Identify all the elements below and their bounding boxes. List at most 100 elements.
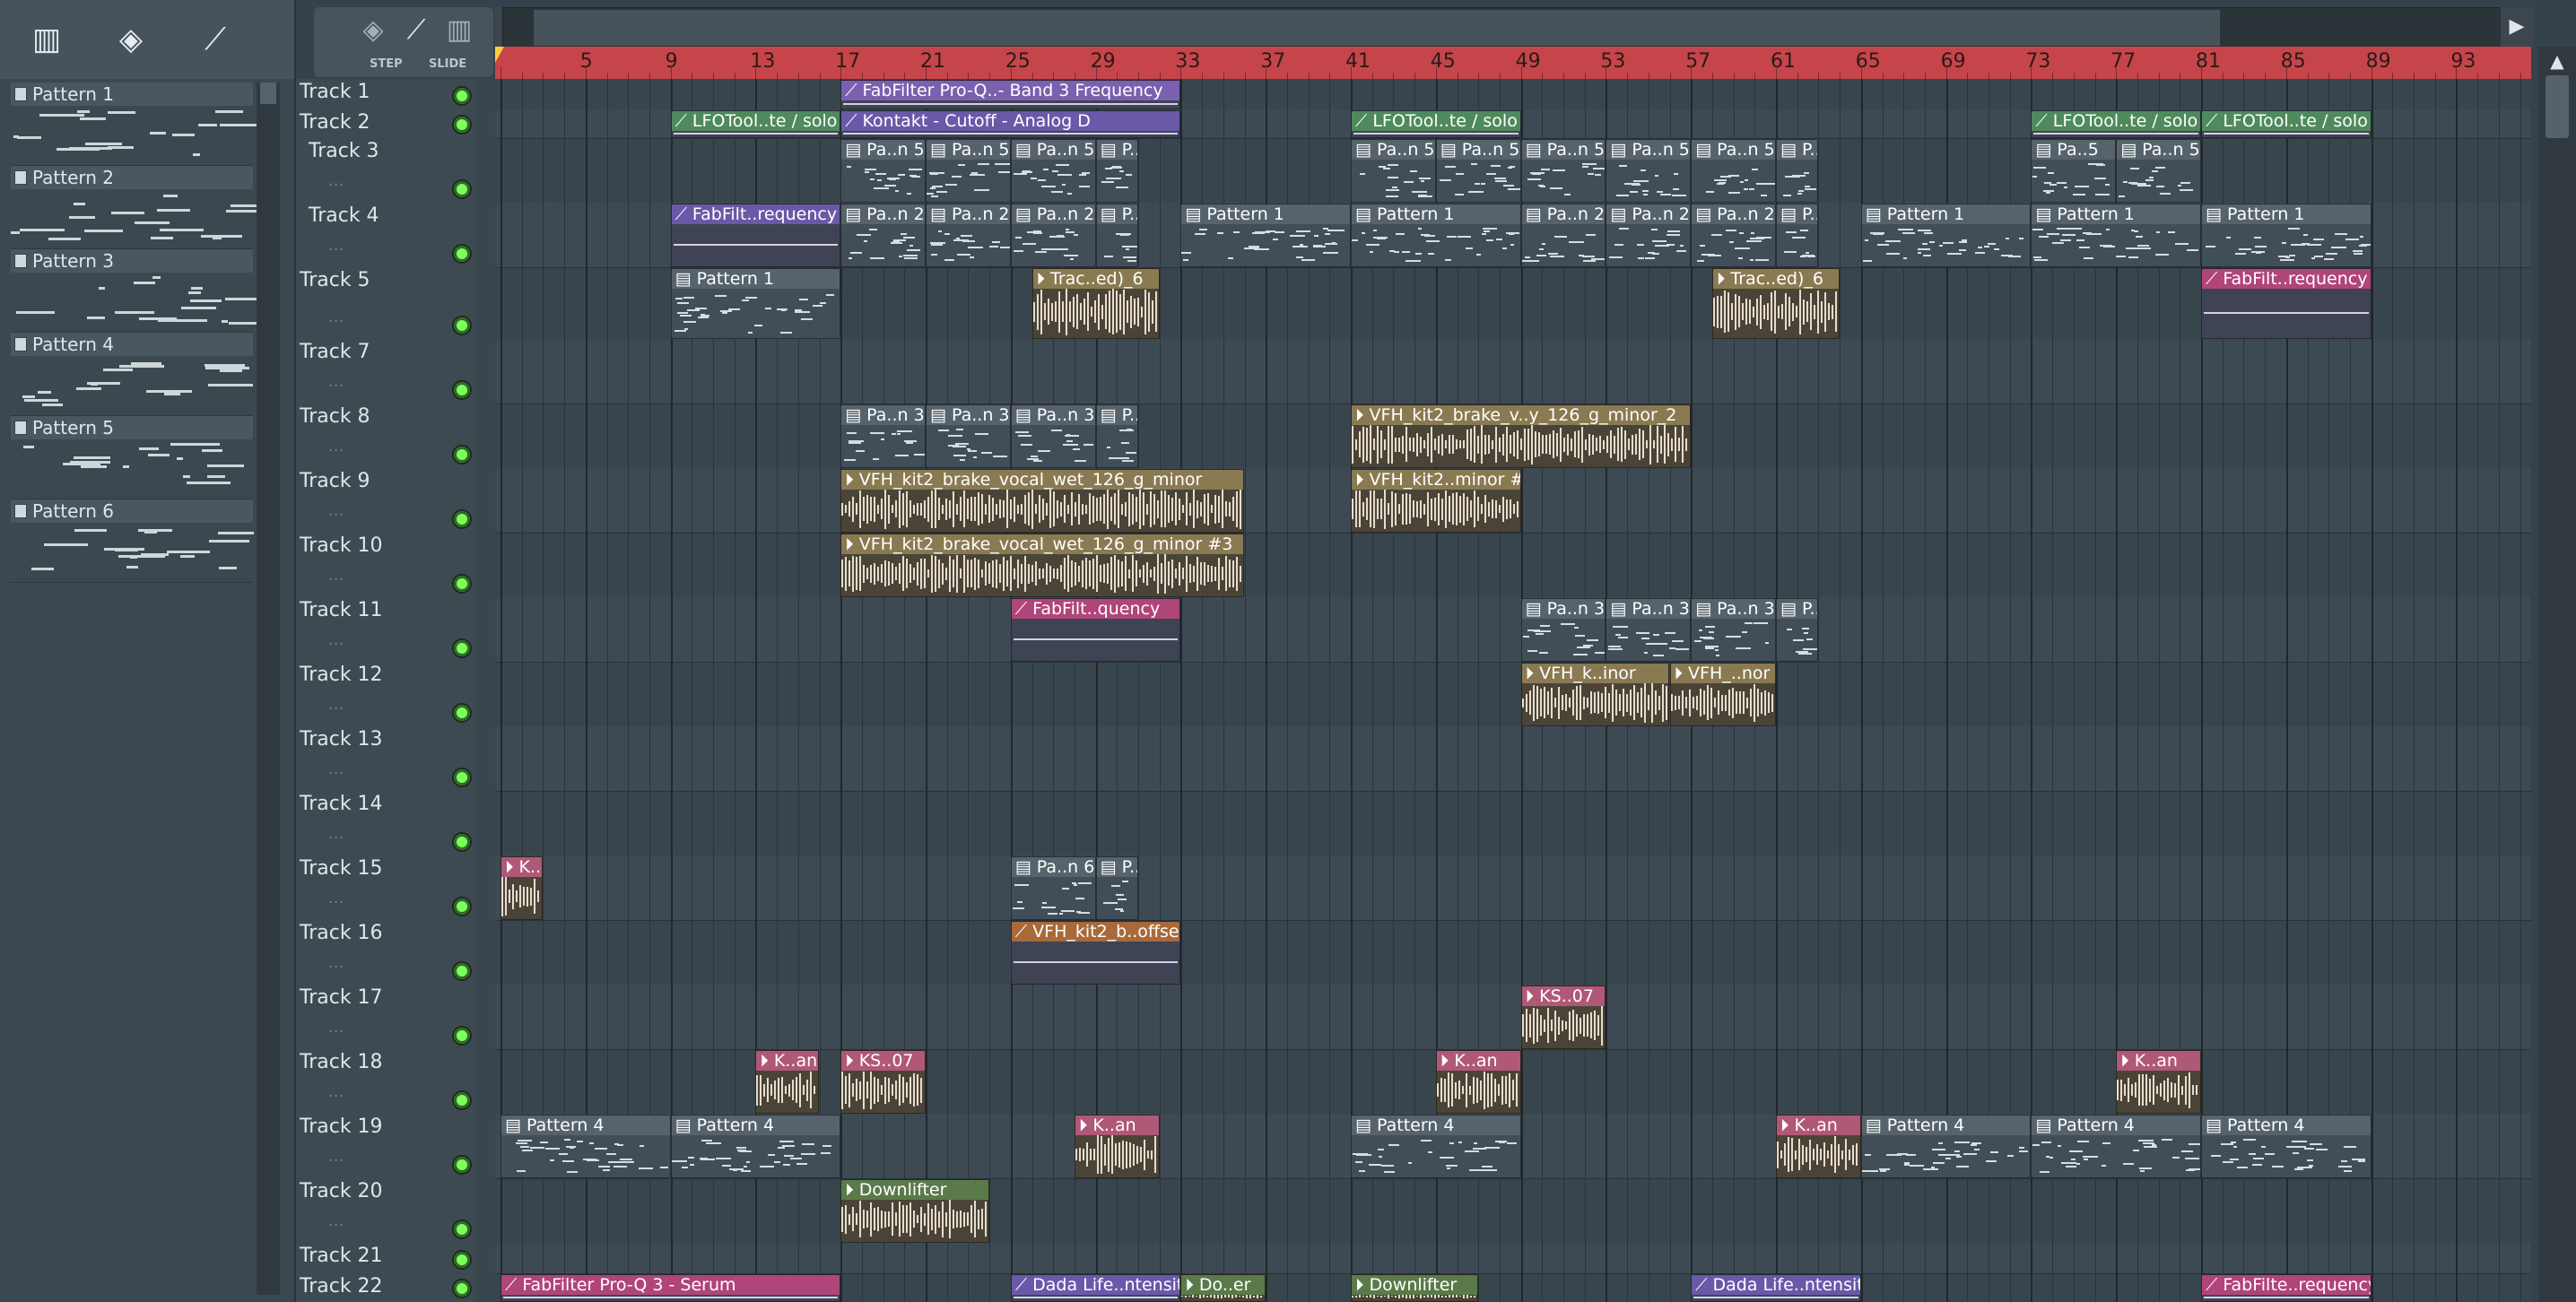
playlist-clip[interactable]: ▤ Pattern 4 bbox=[2031, 1115, 2201, 1178]
track-options-icon[interactable]: ··· bbox=[328, 764, 344, 783]
track-lane[interactable] bbox=[495, 662, 2531, 727]
playlist-clip[interactable]: ▤ Pa..n 5 bbox=[1691, 139, 1776, 203]
playlist-clip[interactable]: ⏵ K..an bbox=[755, 1050, 820, 1114]
playlist-clip[interactable]: ▤ P..2 bbox=[1776, 204, 1819, 267]
track-name[interactable]: Track 5 bbox=[300, 269, 370, 291]
track-lane[interactable] bbox=[495, 1243, 2531, 1274]
track-mute-led[interactable] bbox=[452, 832, 472, 852]
timeline-ruler[interactable]: 5 9 13 17 21 25 29 33 37 41 45 49 53 57 61 65 69 73 77 81 85… bbox=[495, 47, 2531, 79]
playlist-clip[interactable]: ▤ P..3 bbox=[1776, 598, 1819, 662]
clip-title[interactable]: ⟋ LFOTool..te / solo bbox=[2032, 111, 2200, 131]
track-header[interactable]: Track 4 ··· bbox=[296, 203, 475, 268]
wave-tool-icon[interactable]: ◈ bbox=[355, 14, 391, 50]
clip-title[interactable]: ⏵ K..an bbox=[756, 1051, 819, 1071]
playlist-clip[interactable]: ▤ Pattern 4 bbox=[1351, 1115, 1521, 1178]
track-name[interactable]: Track 16 bbox=[300, 922, 383, 944]
track-mute-led[interactable] bbox=[452, 316, 472, 335]
playlist-clip[interactable]: ▤ Pa..n 3 bbox=[926, 404, 1011, 468]
playlist-clip[interactable]: ▤ Pa..n 5 bbox=[1520, 139, 1606, 203]
playlist-grid[interactable]: ⟋ FabFilter Pro-Q..- Band 3 Frequency ⟋ L… bbox=[495, 79, 2531, 1302]
track-header-splitter[interactable] bbox=[475, 79, 495, 1302]
track-options-icon[interactable]: ··· bbox=[328, 506, 344, 525]
pattern-item[interactable]: Pattern 3 bbox=[11, 249, 269, 333]
track-options-icon[interactable]: ··· bbox=[328, 829, 344, 847]
piano-tool-icon[interactable]: ▥ bbox=[441, 14, 477, 50]
clip-title[interactable]: ▤ P..2 bbox=[1777, 204, 1818, 224]
clip-title[interactable]: ▤ Pa..n 2 bbox=[841, 204, 925, 224]
clip-title[interactable]: ▤ Pa..n 2 bbox=[1692, 204, 1775, 224]
song-overview[interactable] bbox=[502, 7, 2522, 48]
track-name[interactable]: Track 2 bbox=[300, 111, 370, 134]
playlist-clip[interactable]: ⏵ Downlifter bbox=[840, 1179, 990, 1243]
pattern-item-header[interactable]: Pattern 3 bbox=[11, 249, 253, 273]
track-header[interactable]: Track 15 ··· bbox=[296, 855, 475, 921]
track-name[interactable]: Track 10 bbox=[300, 534, 383, 557]
clip-title[interactable]: ▤ P..5 bbox=[1096, 140, 1137, 160]
track-options-icon[interactable]: ··· bbox=[328, 441, 344, 460]
playlist-clip[interactable]: ▤ Pa..n 5 bbox=[1010, 139, 1096, 203]
clip-title[interactable]: ⏵ K..an bbox=[2117, 1051, 2200, 1071]
pattern-item-header[interactable]: Pattern 5 bbox=[11, 416, 253, 439]
track-header[interactable]: Track 21 bbox=[296, 1243, 475, 1274]
playlist-clip[interactable]: ⟋ FabFilt..quency bbox=[1010, 598, 1181, 662]
playlist-clip[interactable]: ▤ Pa..n 3 bbox=[840, 404, 926, 468]
track-header[interactable]: Track 18 ··· bbox=[296, 1049, 475, 1115]
track-mute-led[interactable] bbox=[452, 380, 472, 400]
track-name[interactable]: Track 8 bbox=[300, 405, 370, 428]
clip-title[interactable]: ▤ P..3 bbox=[1777, 599, 1818, 619]
track-mute-led[interactable] bbox=[452, 638, 472, 658]
playlist-clip[interactable]: ▤ Pa..n 2 bbox=[926, 204, 1011, 267]
track-header[interactable]: Track 19 ··· bbox=[296, 1114, 475, 1179]
playlist-clip[interactable]: ▤ Pattern 4 bbox=[670, 1115, 841, 1178]
track-name[interactable]: Track 13 bbox=[300, 728, 383, 751]
track-mute-led[interactable] bbox=[452, 179, 472, 199]
clip-title[interactable]: ⟋ LFOTool..te / solo bbox=[1352, 111, 1520, 131]
track-lane[interactable] bbox=[495, 726, 2531, 792]
clip-title[interactable]: ▤ P..3 bbox=[1096, 405, 1137, 425]
clip-title[interactable]: ⟋ Kontakt - Cutoff - Analog D bbox=[841, 111, 1180, 131]
overview-window[interactable] bbox=[534, 10, 2220, 46]
track-header[interactable]: Track 3 ··· bbox=[296, 138, 475, 204]
track-mute-led[interactable] bbox=[452, 115, 472, 135]
track-options-icon[interactable]: ··· bbox=[328, 699, 344, 718]
playlist-clip[interactable]: ▤ Pa..n 2 bbox=[840, 204, 926, 267]
clip-title[interactable]: ▤ Pattern 1 bbox=[1861, 204, 2031, 224]
pattern-item[interactable]: Pattern 1 bbox=[11, 82, 257, 166]
clip-title[interactable]: ▤ Pa..n 2 bbox=[1011, 204, 1095, 224]
playlist-clip[interactable]: ▤ P..2 bbox=[1095, 204, 1138, 267]
playlist-clip[interactable]: ▤ P..5 bbox=[1095, 139, 1138, 203]
playlist-clip[interactable]: ⏵ VFH_k..inor bbox=[1520, 663, 1670, 726]
clip-title[interactable]: ▤ Pa..n 5 bbox=[1692, 140, 1775, 160]
scroll-right-button[interactable]: ▶ bbox=[2501, 7, 2533, 47]
playlist-clip[interactable]: ⟋ Dada Life..ntensit bbox=[1691, 1274, 1861, 1302]
track-name[interactable]: Track 4 bbox=[309, 204, 379, 227]
clip-title[interactable]: ⏵ Do..er bbox=[1181, 1275, 1266, 1295]
clip-title[interactable]: ▤ Pa..n 3 bbox=[1011, 405, 1095, 425]
track-name[interactable]: Track 9 bbox=[300, 470, 370, 492]
track-header[interactable]: Track 1 bbox=[296, 79, 475, 110]
clip-title[interactable]: ▤ Pa..n 5 bbox=[2117, 140, 2200, 160]
clip-title[interactable]: ▤ Pa..n 2 bbox=[1606, 204, 1691, 224]
audio-wave-icon[interactable]: ◈ bbox=[104, 20, 158, 59]
track-options-icon[interactable]: ··· bbox=[328, 958, 344, 976]
clip-title[interactable]: ⟋ Dada Life..ntensit bbox=[1011, 1275, 1179, 1295]
track-name[interactable]: Track 12 bbox=[300, 664, 383, 686]
playlist-clip[interactable]: ▤ Pa..n 3 bbox=[1691, 598, 1776, 662]
clip-title[interactable]: ▤ Pa..n 5 bbox=[1352, 140, 1435, 160]
track-options-icon[interactable]: ··· bbox=[328, 176, 344, 195]
clip-title[interactable]: ▤ Pattern 4 bbox=[2202, 1115, 2371, 1135]
track-mute-led[interactable] bbox=[452, 1026, 472, 1046]
clip-title[interactable]: ⟋ FabFilt..requency bbox=[671, 204, 840, 224]
track-header[interactable]: Track 20 ··· bbox=[296, 1178, 475, 1244]
clip-title[interactable]: ⟋ VFH_kit2_b..offset bbox=[1011, 922, 1179, 942]
track-name[interactable]: Track 19 bbox=[300, 1115, 383, 1138]
playlist-clip[interactable]: ▤ P..3 bbox=[1095, 404, 1138, 468]
playlist-clip[interactable]: ⟋ LFOTool..te / solo bbox=[2031, 110, 2201, 138]
playlist-clip[interactable]: ⟋ Kontakt - Cutoff - Analog D bbox=[840, 110, 1181, 138]
clip-title[interactable]: ▤ P..5 bbox=[1777, 140, 1818, 160]
playlist-clip[interactable]: ⏵ VFH_kit2_brake_vocal_wet_126_g_minor bbox=[840, 469, 1245, 533]
clip-title[interactable]: ▤ Pattern 4 bbox=[671, 1115, 840, 1135]
track-header[interactable]: Track 16 ··· bbox=[296, 920, 475, 985]
clip-title[interactable]: ▤ Pa..5 bbox=[2032, 140, 2116, 160]
automation-icon[interactable]: ⟋ bbox=[188, 20, 242, 59]
